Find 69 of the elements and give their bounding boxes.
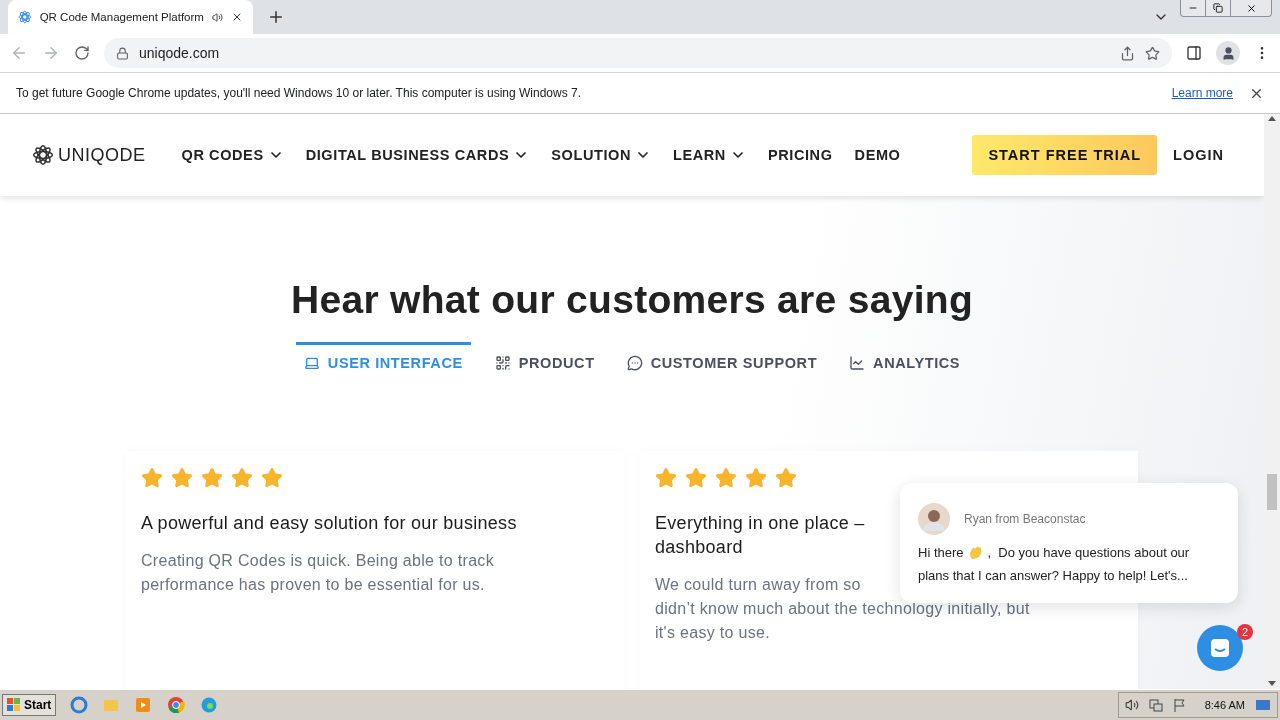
star-icon	[745, 467, 767, 489]
review-text-line: it's easy to use.	[655, 623, 770, 643]
nav-link[interactable]: QR CODES	[181, 147, 284, 163]
side-panel-icon[interactable]	[1186, 45, 1202, 61]
chat-greeting: Hi there	[918, 544, 964, 562]
chat-message: plans that I can answer? Happy to help! Let's...	[918, 567, 1188, 585]
lock-icon	[116, 46, 129, 60]
star-icon	[685, 467, 707, 489]
avatar-icon	[918, 503, 950, 535]
star-icon	[141, 467, 163, 489]
review-title: Everything in one place – dashboard	[655, 512, 865, 559]
category-tab[interactable]: ANALYTICS	[841, 342, 969, 371]
tab-title: QR Code Management Platform	[39, 11, 204, 23]
star-icon	[655, 467, 677, 489]
nav-link[interactable]: LEARN	[673, 147, 746, 163]
reload-icon[interactable]	[74, 45, 90, 61]
chat-popup[interactable]: Ryan from Beaconstac Hi there , Do you have questions about our plans that I can answer? Happy to help! Let's...	[900, 483, 1238, 603]
clock-time[interactable]: 8:46 AM	[1204, 699, 1245, 711]
star-icon	[231, 467, 253, 489]
nav-link[interactable]: PRICING	[767, 147, 833, 163]
section-heading: Hear what our customers are saying	[289, 278, 975, 322]
star-icon	[775, 467, 797, 489]
review-text-line: We could turn away from so	[655, 575, 861, 595]
review-text-line: performance has proven to be essential for us.	[141, 575, 485, 595]
star-icon	[201, 467, 223, 489]
site-favicon	[18, 9, 32, 25]
qr-code-icon	[494, 355, 511, 371]
line-chart-icon	[849, 355, 866, 371]
category-tab[interactable]: PRODUCT	[486, 342, 603, 371]
review-text-line: Creating QR Codes is quick. Being able to track	[141, 551, 494, 571]
bookmark-star-icon[interactable]	[1145, 45, 1160, 61]
nav-link[interactable]: DIGITAL BUSINESS CARDS	[305, 147, 530, 163]
new-tab-icon[interactable]	[267, 8, 285, 26]
chat-bubble-icon	[626, 355, 643, 371]
chrome-icon[interactable]	[166, 695, 187, 715]
speaker-icon[interactable]	[211, 10, 224, 24]
laptop-icon	[303, 355, 320, 371]
learn-more-link[interactable]: Learn more	[1171, 86, 1233, 100]
chat-icon	[1209, 637, 1231, 659]
profile-icon[interactable]	[1216, 41, 1240, 65]
close-icon	[1245, 2, 1257, 14]
star-icon	[715, 467, 737, 489]
scrollbar-thumb[interactable]	[1267, 474, 1277, 510]
share-icon[interactable]	[1120, 45, 1135, 61]
review-title: A powerful and easy solution for our business	[141, 512, 517, 535]
start-button[interactable]: Start	[2, 694, 57, 716]
start-trial-button[interactable]: START FREE TRIAL	[972, 135, 1158, 175]
star-icon	[261, 467, 283, 489]
infobar-message: To get future Google Chrome updates, you'll need Windows 10 or later. This computer is using Windows 7.	[16, 86, 583, 100]
category-tab[interactable]: CUSTOMER SUPPORT	[618, 342, 826, 371]
nav-link[interactable]: DEMO	[854, 147, 901, 163]
star-icon	[171, 467, 193, 489]
nav-link[interactable]: SOLUTION	[551, 147, 651, 163]
network-icon[interactable]	[1148, 698, 1163, 712]
logo-icon	[32, 144, 54, 166]
browser-tab[interactable]: QR Code Management Platform	[8, 0, 253, 34]
login-link[interactable]: LOGIN	[1173, 147, 1224, 163]
show-desktop-icon[interactable]	[1255, 698, 1271, 712]
logo-text[interactable]: UNIQODE	[58, 144, 146, 166]
chat-message: , Do you have questions about our	[987, 544, 1190, 562]
sender-name: Ryan from Beaconstac	[964, 512, 1086, 526]
windows-logo-icon	[7, 698, 21, 712]
scroll-down-icon[interactable]	[1268, 681, 1276, 686]
restore-icon	[1213, 3, 1223, 13]
volume-icon[interactable]	[1124, 698, 1139, 712]
address-bar[interactable]: uniqode.com	[104, 38, 1172, 68]
url-text: uniqode.com	[139, 45, 221, 61]
scroll-up-icon[interactable]	[1268, 116, 1276, 121]
flag-icon[interactable]	[1172, 698, 1187, 712]
